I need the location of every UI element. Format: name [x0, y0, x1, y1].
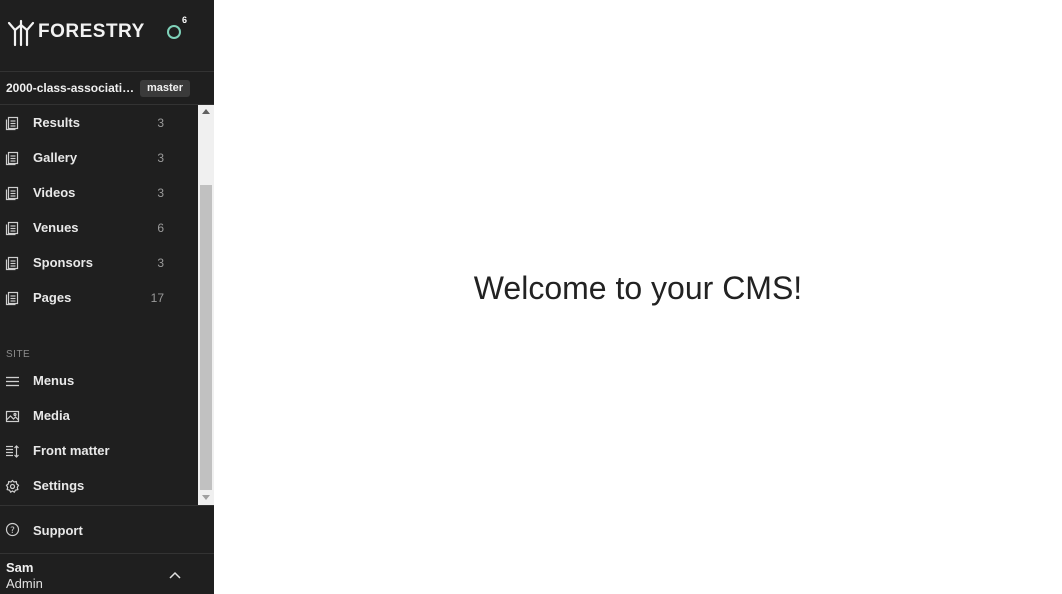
support-link[interactable]: ? Support	[0, 505, 214, 554]
repo-name[interactable]: 2000-class-association-website	[6, 81, 136, 95]
nav-list: Results 3 Gallery 3 Videos 3 Venues 6 Sp…	[0, 105, 198, 505]
scroll-thumb[interactable]	[200, 185, 212, 490]
branch-badge[interactable]: master	[140, 80, 191, 97]
sidebar-item-videos[interactable]: Videos 3	[0, 178, 198, 208]
sidebar-item-count: 3	[157, 186, 164, 200]
repo-bar[interactable]: 2000-class-association-website master	[0, 72, 214, 105]
sidebar-item-venues[interactable]: Venues 6	[0, 213, 198, 243]
sidebar-item-label: Media	[33, 408, 70, 423]
sidebar-item-media[interactable]: Media	[0, 401, 198, 431]
sidebar-item-count: 3	[157, 151, 164, 165]
notification-count: 6	[182, 15, 188, 25]
sidebar-item-pages[interactable]: Pages 17	[0, 283, 198, 313]
document-icon	[5, 116, 19, 131]
sidebar-item-gallery[interactable]: Gallery 3	[0, 143, 198, 173]
sidebar-item-count: 17	[150, 291, 164, 305]
sidebar-item-sponsors[interactable]: Sponsors 3	[0, 248, 198, 278]
gear-icon	[5, 479, 20, 494]
sidebar-item-count: 3	[157, 116, 164, 130]
front-matter-icon	[6, 445, 19, 458]
sidebar-item-label: Front matter	[33, 443, 110, 458]
image-icon	[5, 410, 20, 423]
sidebar-item-label: Venues	[33, 220, 79, 235]
site-section-label: SITE	[6, 349, 31, 360]
scroll-up-arrow-icon[interactable]	[198, 105, 214, 119]
forestry-logo-icon	[7, 19, 35, 47]
sidebar-scrollbar[interactable]	[198, 105, 214, 505]
sidebar-item-label: Results	[33, 115, 80, 130]
sidebar-item-label: Pages	[33, 290, 72, 305]
sidebar: FORESTRY 6 2000-class-association-websit…	[0, 0, 214, 594]
sidebar-item-settings[interactable]: Settings	[0, 471, 198, 501]
document-icon	[5, 221, 19, 236]
main-content: Welcome to your CMS!	[214, 0, 1062, 594]
sidebar-item-front-matter[interactable]: Front matter	[0, 436, 198, 466]
brand-name: FORESTRY	[38, 21, 145, 42]
document-icon	[5, 186, 19, 201]
document-icon	[5, 151, 19, 166]
sidebar-item-label: Gallery	[33, 150, 78, 165]
user-role: Admin	[6, 576, 43, 591]
sidebar-item-label: Videos	[33, 185, 76, 200]
sidebar-item-count: 6	[157, 221, 164, 235]
sidebar-item-menus[interactable]: Menus	[0, 366, 198, 396]
scroll-down-arrow-icon[interactable]	[198, 491, 214, 505]
menu-icon	[6, 376, 19, 387]
brand-header: FORESTRY 6	[0, 0, 214, 72]
sidebar-item-results[interactable]: Results 3	[0, 108, 198, 138]
document-icon	[5, 256, 19, 271]
sidebar-item-label: Settings	[33, 478, 85, 493]
chevron-up-icon[interactable]	[168, 569, 182, 581]
support-label: Support	[33, 523, 83, 538]
sidebar-item-label: Sponsors	[33, 255, 93, 270]
notification-ring-icon[interactable]	[166, 24, 182, 40]
welcome-message: Welcome to your CMS!	[473, 270, 803, 306]
svg-text:?: ?	[10, 526, 15, 536]
sidebar-item-label: Menus	[33, 373, 75, 388]
help-circle-icon: ?	[5, 522, 20, 537]
user-menu[interactable]: Sam Admin	[0, 555, 214, 594]
user-name: Sam	[6, 560, 34, 575]
document-icon	[5, 291, 19, 306]
sidebar-item-count: 3	[157, 256, 164, 270]
